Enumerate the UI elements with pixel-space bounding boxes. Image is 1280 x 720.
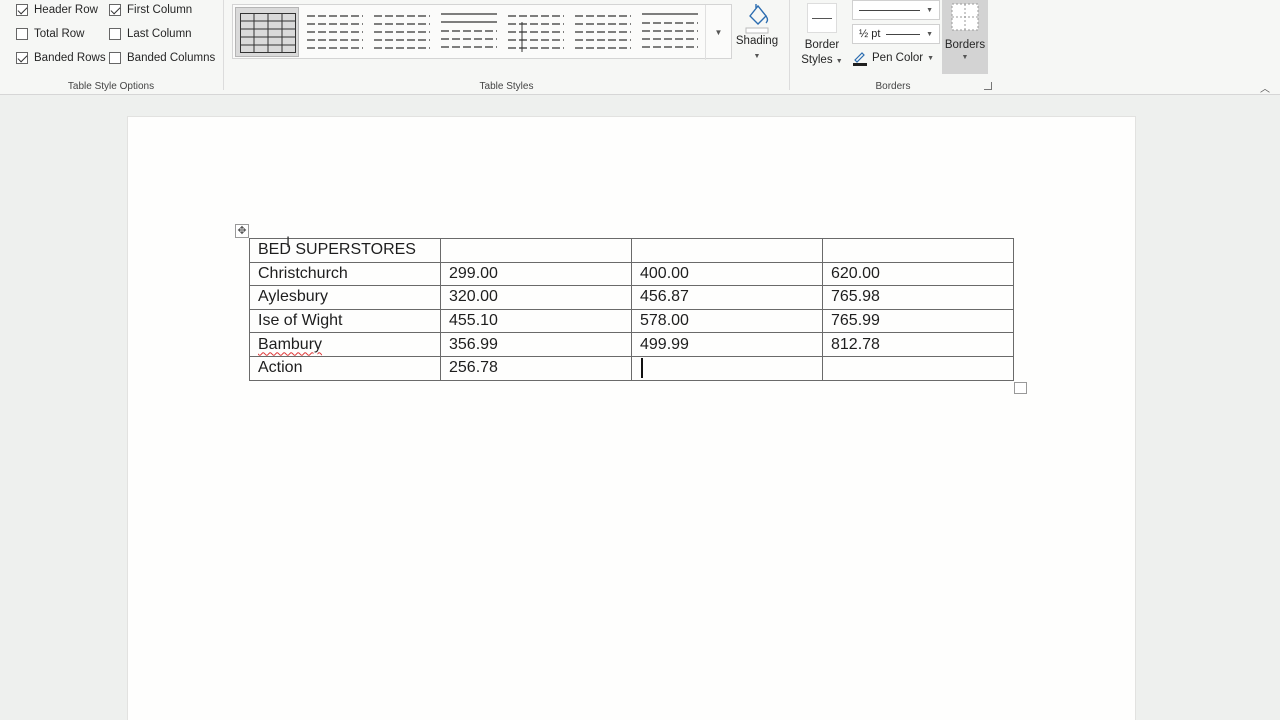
line-style-dropdown[interactable]: ▼ [852,0,940,20]
borders-label: Borders [944,39,986,51]
table-styles-group-label: Table Styles [479,81,534,92]
table-cell[interactable]: 299.00 [440,261,632,287]
ribbon: Header Row First Column Total Row Last C… [0,0,1280,95]
border-styles-label-line1: Border [804,39,840,51]
table-cell[interactable]: 356.99 [440,332,632,357]
table-row: Bambury 356.99 499.99 812.78 [249,332,1014,357]
line-weight-dropdown[interactable]: ½ pt ▼ [852,24,940,44]
table-style-option-3[interactable] [370,7,434,57]
mouse-ibeam-icon: I [286,235,291,251]
table-cell[interactable] [440,238,632,263]
table-cell[interactable]: 765.99 [822,308,1014,334]
shading-button[interactable]: Shading ▼ [734,0,780,70]
first-column-label: First Column [127,4,193,16]
table-cell[interactable]: 620.00 [822,261,1014,287]
border-styles-label-line2: Styles [801,54,833,66]
line-weight-value: ½ pt [859,28,881,40]
table-style-options-group: Header Row First Column Total Row Last C… [0,0,222,95]
text-cursor [641,358,643,378]
table-row: Christchurch 299.00 400.00 620.00 [249,261,1014,287]
banded-columns-label: Banded Columns [127,52,216,64]
chevron-down-icon: ▼ [961,54,969,61]
border-styles-dropdown-icon: ▼ [835,58,843,65]
table-style-option-6[interactable] [571,7,635,57]
table-cell[interactable] [822,355,1014,381]
header-row-checkbox[interactable]: Header Row [16,4,98,16]
table-cell[interactable]: 400.00 [631,261,823,287]
pen-color-button[interactable]: Pen Color ▼ [852,50,934,66]
document-table[interactable]: BED SUPERSTORES Christchurch 299.00 400.… [249,238,1014,381]
table-style-option-5[interactable] [504,7,568,57]
table-cell[interactable]: 499.99 [631,332,823,357]
line-weight-preview [886,33,921,35]
shading-dropdown-icon: ▼ [753,53,761,60]
paint-bucket-icon [745,4,769,34]
table-style-options-group-label: Table Style Options [67,81,155,92]
first-column-checkbox[interactable]: First Column [109,4,192,16]
table-move-handle-icon[interactable]: ✥ [235,224,249,238]
table-row: BED SUPERSTORES [249,238,1014,263]
table-styles-gallery[interactable]: ▼ [232,4,732,60]
pen-color-label: Pen Color [872,52,924,64]
banded-rows-checkbox[interactable]: Banded Rows [16,52,106,64]
border-styles-label-line2-wrap: Styles ▼ [800,53,844,69]
last-column-check-icon [109,28,121,40]
borders-group-label: Borders [875,81,911,92]
table-cell[interactable]: 812.78 [822,332,1014,357]
table-cell[interactable]: BED SUPERSTORES [249,238,441,263]
table-cell-active[interactable] [631,355,823,381]
chevron-down-icon: ▼ [926,30,933,38]
table-cell[interactable]: Bambury [249,332,441,357]
border-style-preview-icon [807,3,837,33]
table-cell[interactable] [822,238,1014,263]
table-row: Aylesbury 320.00 456.87 765.98 [249,285,1014,310]
chevron-down-icon: ▼ [714,28,723,37]
table-cell[interactable]: 456.87 [631,285,823,310]
table-style-grid-selected[interactable] [235,7,299,57]
table-resize-handle-icon[interactable] [1014,382,1027,394]
banded-rows-label: Banded Rows [34,52,106,64]
table-cell[interactable]: 578.00 [631,308,823,334]
table-cell[interactable]: 256.78 [440,355,632,381]
last-column-label: Last Column [127,28,192,40]
table-cell[interactable]: Aylesbury [249,285,441,310]
chevron-down-icon: ▼ [927,54,935,62]
banded-columns-check-icon [109,52,121,64]
document-page[interactable] [127,116,1136,720]
first-column-check-icon [109,4,121,16]
shading-label: Shading [735,35,779,47]
header-row-check-icon [16,4,28,16]
last-column-checkbox[interactable]: Last Column [109,28,192,40]
table-cell[interactable]: Ise of Wight [249,308,441,334]
misspelled-word[interactable]: Bambury [258,336,322,353]
borders-dialog-launcher-icon[interactable] [984,82,992,90]
gallery-more-button[interactable]: ▼ [705,5,731,60]
table-cell[interactable]: Christchurch [249,261,441,287]
table-row: Ise of Wight 455.10 578.00 765.99 [249,308,1014,334]
banded-columns-checkbox[interactable]: Banded Columns [109,52,215,64]
table-style-option-4[interactable] [437,7,501,57]
border-styles-button[interactable]: Border Styles ▼ [800,0,844,72]
table-cell[interactable]: 455.10 [440,308,632,334]
pen-color-icon [853,52,867,66]
header-row-label: Header Row [34,4,98,16]
chevron-down-icon: ▼ [926,6,933,14]
banded-rows-check-icon [16,52,28,64]
table-style-option-7[interactable] [638,7,702,57]
borders-button[interactable]: Borders ▼ [942,0,988,74]
line-style-preview [859,9,921,11]
table-cell[interactable]: 765.98 [822,285,1014,310]
table-style-option-2[interactable] [303,7,367,57]
total-row-checkbox[interactable]: Total Row [16,28,85,40]
table-row: Action 256.78 [249,355,1014,381]
table-cell[interactable]: Action [249,355,441,381]
total-row-label: Total Row [34,28,85,40]
collapse-ribbon-icon[interactable]: ︿ [1260,80,1270,95]
total-row-check-icon [16,28,28,40]
table-cell[interactable]: 320.00 [440,285,632,310]
borders-grid-icon [951,3,979,31]
table-cell[interactable] [631,238,823,263]
